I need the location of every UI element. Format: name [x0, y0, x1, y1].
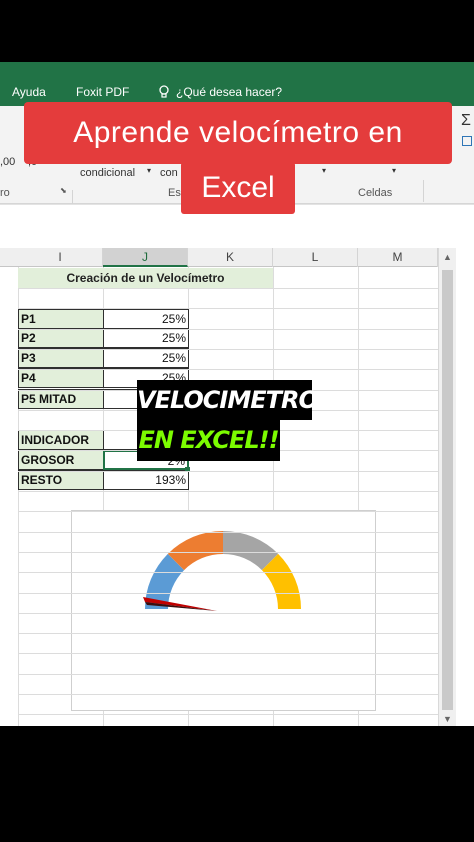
column-header-l[interactable]: L: [273, 248, 358, 267]
screenshot: Ayuda Foxit PDF ¿Qué desea hacer? ,00 ,0…: [0, 0, 474, 842]
cell-label-grosor[interactable]: GROSOR: [18, 450, 104, 470]
ribbon-separator: [72, 190, 73, 204]
grid-line: [18, 491, 438, 492]
cell-label-indicador[interactable]: INDICADOR: [18, 430, 104, 450]
chevron-down-icon[interactable]: ▾: [147, 166, 151, 175]
caption-line-2: EN EXCEL!!: [137, 420, 280, 461]
menu-ayuda[interactable]: Ayuda: [12, 85, 46, 99]
ribbon-separator: [423, 180, 424, 202]
gauge-svg: [143, 531, 301, 611]
dialog-launcher-icon[interactable]: ⬊: [60, 186, 67, 195]
ribbon-number-a: ,00: [0, 156, 16, 168]
cell-value-p3[interactable]: 25%: [103, 348, 189, 368]
grid-line: [18, 572, 438, 573]
format-as-table-button[interactable]: con: [160, 167, 178, 179]
cell-label-p2[interactable]: P2: [18, 328, 104, 348]
grid-line: [18, 552, 438, 553]
column-header-i[interactable]: I: [18, 248, 103, 267]
cell-label-p1[interactable]: P1: [18, 309, 104, 329]
group-label-number: ro: [0, 187, 10, 199]
cell-label-p3[interactable]: P3: [18, 348, 104, 368]
sum-icon[interactable]: Σ: [461, 112, 471, 130]
grid-line: [18, 593, 438, 594]
group-label-cells: Celdas: [358, 187, 393, 199]
grid-line: [18, 532, 438, 533]
fill-icon[interactable]: [462, 136, 472, 146]
grid-line: [18, 694, 438, 695]
grid-line: [18, 471, 438, 472]
tell-me-search[interactable]: ¿Qué desea hacer?: [176, 85, 282, 99]
sheet-title-cell[interactable]: Creación de un Velocímetro: [18, 268, 273, 288]
grid-line: [18, 329, 438, 330]
vertical-scrollbar[interactable]: ▲ ▼: [438, 248, 456, 726]
column-header-row: I J K L M: [0, 248, 438, 267]
column-header-m[interactable]: M: [358, 248, 438, 267]
cell-label-p5-mitad[interactable]: P5 MITAD: [18, 389, 104, 409]
caption-line-1: VELOCIMETRO: [137, 380, 319, 420]
grid-line: [18, 308, 438, 309]
cell-label-p4[interactable]: P4: [18, 368, 104, 388]
speedometer-chart[interactable]: [71, 510, 376, 711]
menu-foxit-pdf[interactable]: Foxit PDF: [76, 85, 129, 99]
grid-line: [18, 653, 438, 654]
scrollbar-thumb[interactable]: [442, 270, 453, 710]
cell-value-p2[interactable]: 25%: [103, 328, 189, 348]
grid-line: [18, 369, 438, 370]
cell-label-resto[interactable]: RESTO: [18, 470, 104, 490]
chevron-down-icon[interactable]: ▾: [392, 166, 396, 175]
title-strip: [0, 62, 474, 78]
grid-line: [18, 288, 438, 289]
cell-value-p1[interactable]: 25%: [103, 309, 189, 329]
group-label-styles: Es: [168, 187, 181, 199]
column-header-j[interactable]: J: [103, 248, 188, 267]
video-title-banner: Aprende velocímetro en: [24, 102, 452, 164]
chevron-down-icon[interactable]: ▾: [322, 166, 326, 175]
grid-line: [18, 511, 438, 512]
cell-value-resto[interactable]: 193%: [103, 470, 189, 490]
worksheet-grid[interactable]: I J K L M Creación de un Velocímetro P1 …: [0, 248, 438, 726]
grid-line: [18, 613, 438, 614]
grid-line: [18, 349, 438, 350]
grid-line: [18, 714, 438, 715]
video-title-banner-line2: Excel: [181, 162, 295, 214]
grid-line: [18, 633, 438, 634]
scroll-down-icon[interactable]: ▼: [443, 714, 452, 724]
grid-line: [18, 674, 438, 675]
window-edge: [456, 248, 474, 726]
lightbulb-icon: [158, 85, 170, 102]
column-header-k[interactable]: K: [188, 248, 273, 267]
conditional-format-button[interactable]: condicional: [80, 167, 135, 179]
scroll-up-icon[interactable]: ▲: [443, 252, 452, 262]
